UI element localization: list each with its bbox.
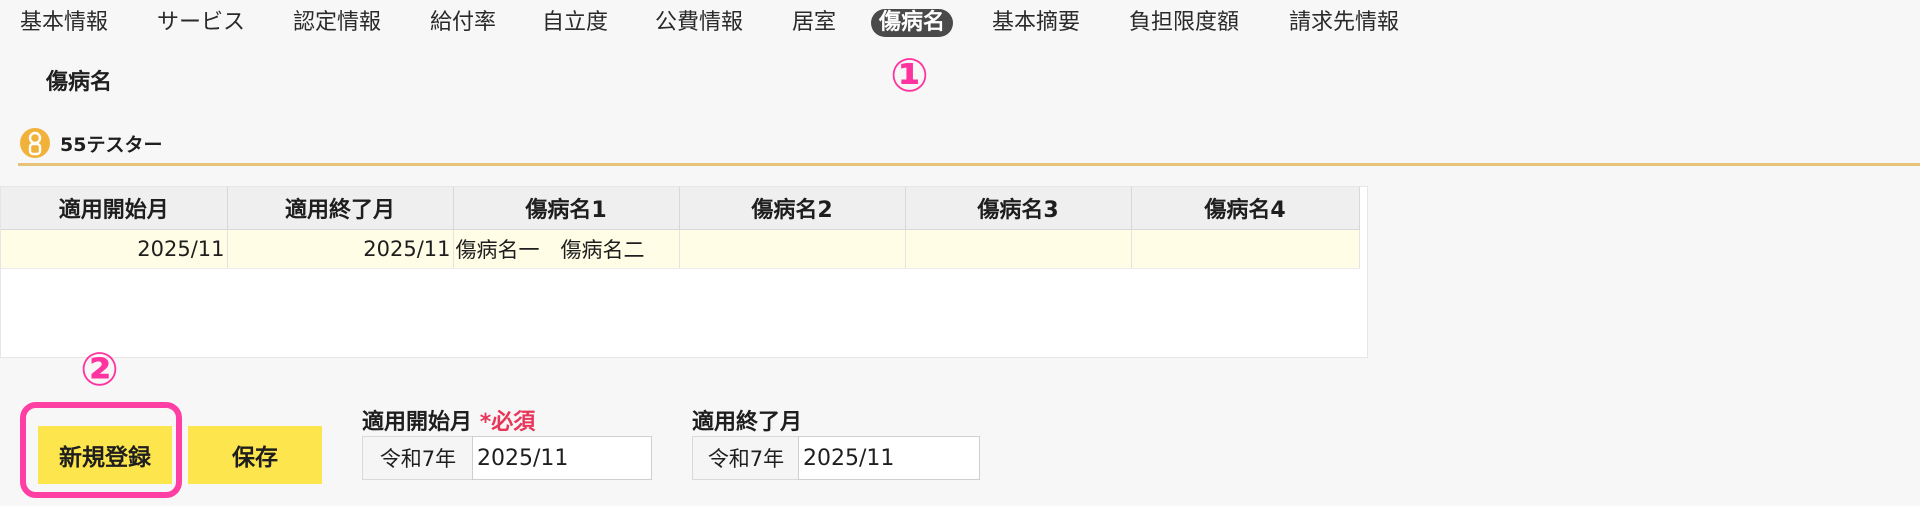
tab-burden-limit[interactable]: 負担限度額 [1129, 8, 1239, 38]
section-divider [18, 163, 1920, 166]
tab-basic-summary[interactable]: 基本摘要 [992, 8, 1080, 38]
column-header-disease-1[interactable]: 傷病名1 [453, 187, 680, 230]
required-badge: *必須 [479, 410, 536, 435]
end-era-display: 令和7年 [692, 436, 800, 480]
cell-disease-3 [905, 229, 1132, 269]
save-button[interactable]: 保存 [188, 426, 322, 484]
tab-basic-info[interactable]: 基本情報 [20, 8, 108, 38]
column-header-disease-4[interactable]: 傷病名4 [1131, 187, 1360, 230]
cell-disease-1: 傷病名一 傷病名二 [453, 229, 680, 269]
cell-disease-4 [1131, 229, 1360, 269]
cell-start-month: 2025/11 [1, 229, 228, 269]
highlight-frame [20, 402, 182, 498]
cell-end-month: 2025/11 [227, 229, 454, 269]
user-name: 55テスター [60, 134, 163, 156]
person-icon [20, 128, 50, 158]
page-title: 傷病名 [46, 70, 113, 95]
tab-room[interactable]: 居室 [792, 8, 836, 38]
table-header-row: 適用開始月 適用終了月 傷病名1 傷病名2 傷病名3 傷病名4 [1, 187, 1360, 230]
step-1-marker: ① [890, 48, 929, 102]
start-era-display: 令和7年 [362, 436, 474, 480]
end-month-input[interactable] [798, 436, 980, 480]
disease-table: 適用開始月 適用終了月 傷病名1 傷病名2 傷病名3 傷病名4 2025/11 … [1, 187, 1360, 269]
column-header-end-month[interactable]: 適用終了月 [227, 187, 454, 230]
tab-public-expense[interactable]: 公費情報 [655, 8, 743, 38]
table-row[interactable]: 2025/11 2025/11 傷病名一 傷病名二 [1, 229, 1360, 269]
tab-certification[interactable]: 認定情報 [293, 8, 381, 38]
tab-billing-info[interactable]: 請求先情報 [1289, 8, 1399, 38]
column-header-start-month[interactable]: 適用開始月 [1, 187, 228, 230]
tab-independence[interactable]: 自立度 [542, 8, 608, 38]
start-month-label-text: 適用開始月 [362, 410, 473, 435]
start-month-label: 適用開始月 *必須 [362, 404, 535, 436]
start-month-input[interactable] [472, 436, 652, 480]
disease-table-container: 適用開始月 適用終了月 傷病名1 傷病名2 傷病名3 傷病名4 2025/11 … [0, 186, 1368, 358]
tab-service[interactable]: サービス [157, 8, 245, 38]
column-header-disease-3[interactable]: 傷病名3 [905, 187, 1132, 230]
cell-disease-2 [679, 229, 906, 269]
step-2-marker: ② [80, 342, 119, 396]
tab-benefit-rate[interactable]: 給付率 [430, 8, 496, 38]
tab-bar: 基本情報 サービス 認定情報 給付率 自立度 公費情報 居室 傷病名 基本摘要 … [0, 0, 1920, 48]
end-month-label: 適用終了月 [692, 410, 803, 435]
column-header-disease-2[interactable]: 傷病名2 [679, 187, 906, 230]
tab-disease-name[interactable]: 傷病名 [871, 9, 954, 37]
